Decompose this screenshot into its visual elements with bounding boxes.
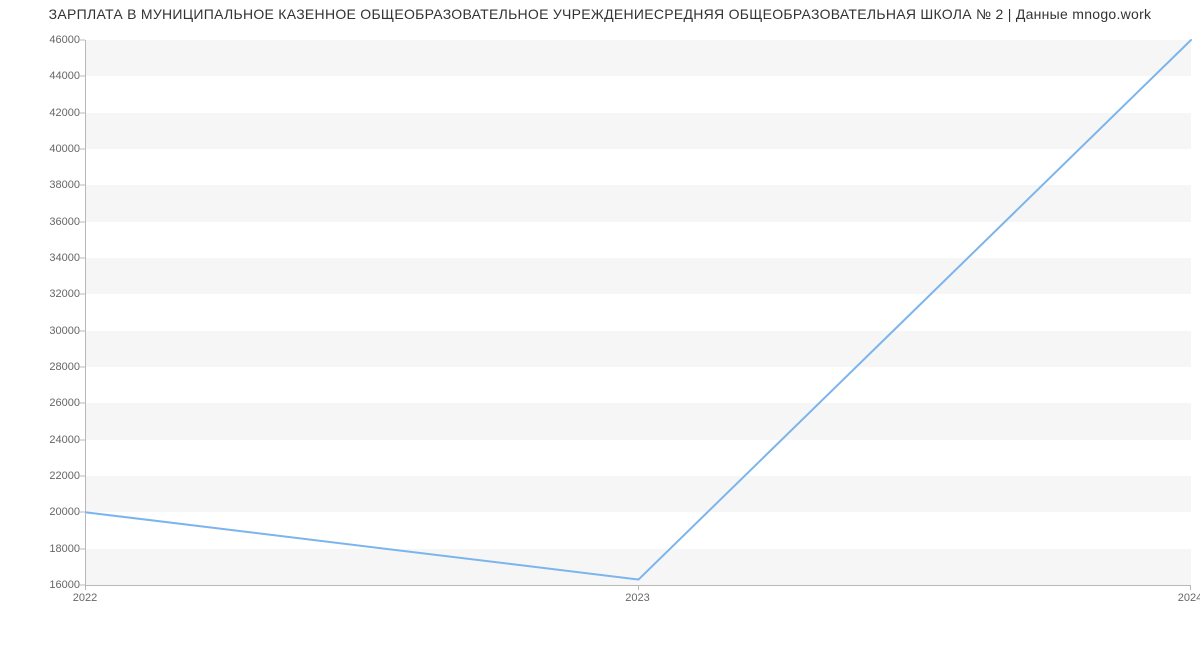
x-tick-label: 2023 xyxy=(625,592,649,604)
y-tick-mark xyxy=(80,221,85,222)
salary-line-chart: ЗАРПЛАТА В МУНИЦИПАЛЬНОЕ КАЗЕННОЕ ОБЩЕОБ… xyxy=(0,0,1200,650)
y-tick-mark xyxy=(80,512,85,513)
y-tick-label: 22000 xyxy=(49,470,80,482)
y-tick-mark xyxy=(80,330,85,331)
y-tick-label: 38000 xyxy=(49,179,80,191)
x-tick-label: 2024 xyxy=(1178,592,1200,604)
x-tick-label: 2022 xyxy=(73,592,97,604)
y-tick-label: 28000 xyxy=(49,361,80,373)
y-tick-label: 42000 xyxy=(49,107,80,119)
x-tick-mark xyxy=(85,585,86,590)
y-tick-mark xyxy=(80,294,85,295)
y-tick-mark xyxy=(80,76,85,77)
line-series xyxy=(86,40,1191,585)
y-tick-label: 34000 xyxy=(49,252,80,264)
y-tick-label: 40000 xyxy=(49,143,80,155)
y-tick-label: 44000 xyxy=(49,70,80,82)
y-tick-label: 20000 xyxy=(49,506,80,518)
y-tick-label: 16000 xyxy=(49,579,80,591)
y-tick-mark xyxy=(80,403,85,404)
y-tick-mark xyxy=(80,258,85,259)
y-tick-mark xyxy=(80,149,85,150)
y-tick-label: 24000 xyxy=(49,434,80,446)
plot-area xyxy=(85,40,1191,586)
y-tick-mark xyxy=(80,476,85,477)
chart-title: ЗАРПЛАТА В МУНИЦИПАЛЬНОЕ КАЗЕННОЕ ОБЩЕОБ… xyxy=(0,6,1200,22)
y-tick-mark xyxy=(80,367,85,368)
y-tick-label: 30000 xyxy=(49,325,80,337)
y-tick-mark xyxy=(80,112,85,113)
y-tick-mark xyxy=(80,548,85,549)
y-tick-label: 18000 xyxy=(49,543,80,555)
x-tick-mark xyxy=(1190,585,1191,590)
y-tick-mark xyxy=(80,185,85,186)
x-tick-mark xyxy=(638,585,639,590)
y-tick-mark xyxy=(80,40,85,41)
y-tick-label: 26000 xyxy=(49,397,80,409)
y-tick-label: 36000 xyxy=(49,216,80,228)
y-tick-label: 32000 xyxy=(49,288,80,300)
y-tick-mark xyxy=(80,439,85,440)
y-tick-label: 46000 xyxy=(49,34,80,46)
